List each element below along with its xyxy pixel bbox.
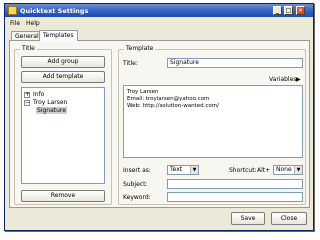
subject-input[interactable]: [167, 179, 303, 189]
template-group: Template Title: Signature Variables ▶ Tr…: [118, 45, 306, 205]
tab-general[interactable]: General: [11, 31, 43, 40]
chevron-right-icon[interactable]: ▶: [296, 76, 301, 83]
template-body-editor[interactable]: Troy Larsen Email: troylarsen@yahoo.com …: [123, 85, 303, 158]
tree-item-label: Troy Larsen: [33, 99, 68, 106]
subject-label: Subject:: [123, 181, 148, 188]
tree-item-label: Info: [33, 91, 45, 98]
quicktext-settings-window: Quicktext Settings _ □ ✕ File Help Gener…: [4, 3, 314, 231]
shortcut-select[interactable]: None ▼: [273, 165, 303, 175]
chevron-down-icon[interactable]: ▼: [294, 166, 302, 174]
shortcut-value: None: [276, 166, 292, 173]
keyword-label: Keyword:: [123, 194, 151, 201]
variables-menu[interactable]: Variables: [269, 76, 296, 83]
window-title: Quicktext Settings: [20, 7, 89, 15]
tab-templates[interactable]: Templates: [39, 30, 78, 41]
template-title-input[interactable]: Signature: [167, 58, 303, 68]
shortcut-label: Shortcut:: [229, 167, 257, 174]
save-button[interactable]: Save: [231, 212, 265, 225]
template-group-heading: Template: [124, 45, 156, 52]
insert-as-select[interactable]: Text ▼: [167, 165, 199, 175]
remove-button[interactable]: Remove: [21, 190, 105, 202]
body-line: Web: http://solution-wanted.com/: [127, 103, 219, 109]
maximize-button[interactable]: □: [284, 6, 293, 15]
menu-help[interactable]: Help: [26, 20, 40, 27]
insert-as-value: Text: [170, 166, 183, 173]
templates-panel: Title Add group Add template + Info − Tr…: [9, 40, 310, 208]
minimize-button[interactable]: _: [273, 6, 282, 15]
chevron-down-icon[interactable]: ▼: [190, 166, 198, 174]
body-line: Troy Larsen: [127, 89, 159, 95]
add-template-button[interactable]: Add template: [21, 71, 105, 83]
app-icon: [8, 6, 17, 15]
insert-as-label: Insert as:: [123, 167, 151, 174]
tree-item-label: Signature: [36, 107, 67, 114]
tree-item-signature[interactable]: Signature: [36, 107, 67, 114]
body-line: Email: troylarsen@yahoo.com: [127, 96, 210, 102]
menu-bar: File Help: [5, 18, 313, 28]
close-icon[interactable]: ✕: [296, 6, 305, 15]
add-group-button[interactable]: Add group: [21, 56, 105, 68]
close-button[interactable]: Close: [271, 212, 307, 225]
template-tree[interactable]: + Info − Troy Larsen Signature: [21, 87, 105, 184]
template-title-label: Title:: [123, 60, 138, 67]
menu-file[interactable]: File: [10, 20, 20, 27]
expand-icon[interactable]: +: [24, 92, 30, 98]
title-bar[interactable]: Quicktext Settings _ □ ✕: [5, 4, 313, 17]
collapse-icon[interactable]: −: [24, 100, 30, 106]
shortcut-prefix: Alt+: [257, 167, 271, 174]
keyword-input[interactable]: [167, 192, 303, 202]
title-group: Title Add group Add template + Info − Tr…: [14, 45, 112, 205]
title-group-heading: Title: [20, 45, 37, 52]
